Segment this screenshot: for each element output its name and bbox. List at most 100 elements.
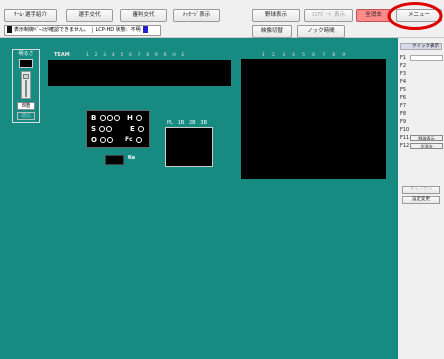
f2-key[interactable]: F2 — [400, 62, 442, 70]
f6-label: F6 — [400, 95, 407, 101]
scoreboard-display-button[interactable]: ｽｺｱﾎﾞｰﾄﾞ表示 — [304, 9, 353, 22]
lcp-indicator-icon — [142, 26, 148, 33]
out-dot-icon — [100, 137, 107, 143]
ball-label: B — [91, 114, 97, 122]
ball-dot-icon — [113, 115, 120, 121]
hit-label: H — [127, 114, 133, 122]
umpire-change-button[interactable]: 審判交代 — [120, 9, 167, 22]
f1-label: F1 — [400, 55, 407, 61]
f11-key[interactable]: F11 野球表示 — [400, 134, 443, 142]
field-headers: PL 1B 2B 3B — [167, 120, 207, 126]
count-panel: B S O H E Fc — [86, 110, 150, 148]
fc-label: Fc — [125, 136, 133, 143]
fielder-display-button[interactable]: 野球表示 — [252, 9, 300, 22]
right-inning-2: 2 — [272, 53, 275, 58]
team-player-intro-button[interactable]: ﾁｰﾑ･選手紹介 — [4, 9, 57, 22]
f6-key[interactable]: F6 — [400, 94, 442, 102]
team-score-panel — [48, 60, 231, 86]
f2-label: F2 — [400, 63, 407, 69]
error-dot-icon — [138, 126, 145, 132]
ball-dot-icon — [99, 115, 106, 121]
f11-label: F11 — [400, 135, 410, 141]
cancel-button[interactable]: キャンセル — [402, 186, 440, 194]
f9-label: F9 — [400, 119, 407, 125]
brightness-slider-handle[interactable] — [23, 74, 29, 79]
menu-highlight-circle-icon — [387, 2, 443, 30]
knock-time-button[interactable]: ノック時間 — [297, 25, 345, 38]
scoreboard-preview: 明るさ 8階 適応 TEAM 1 2 3 4 5 6 7 8 9 R H E 1… — [0, 38, 398, 359]
out-row: O — [91, 136, 114, 144]
ke-box — [105, 155, 124, 165]
status-indicator-icon — [7, 26, 12, 33]
f11-value[interactable]: 野球表示 — [410, 135, 443, 141]
field-panel — [165, 127, 213, 167]
clear-all-button[interactable]: 全消去 — [356, 9, 391, 22]
f10-label: F10 — [400, 127, 410, 133]
inning-6: 6 — [129, 53, 132, 58]
apply-button[interactable]: 適応 — [17, 112, 35, 120]
f12-label: F12 — [400, 143, 410, 149]
inning-h: H — [172, 53, 176, 58]
error-row: E — [130, 125, 145, 133]
settings-change-button[interactable]: 設定変更 — [402, 196, 440, 204]
first-base-label: 1B — [177, 120, 185, 126]
status-bar: 表示制御ﾍﾞｰｽが確認できません。 LCP-HD 状態：不明 — [4, 25, 161, 36]
f3-label: F3 — [400, 71, 407, 77]
hit-dot-icon — [136, 115, 143, 121]
video-switch-button[interactable]: 映像切替 — [252, 25, 292, 38]
inning-3: 3 — [103, 53, 107, 58]
strike-dot-icon — [106, 126, 113, 132]
fc-dot-icon — [135, 136, 142, 143]
f4-key[interactable]: F4 — [400, 78, 442, 86]
f1-key[interactable]: F1 — [400, 54, 443, 62]
slider-track — [25, 80, 27, 97]
brightness-title: 明るさ — [18, 51, 34, 57]
f8-key[interactable]: F8 — [400, 110, 442, 118]
brightness-panel: 明るさ 8階 適応 — [12, 49, 40, 123]
f9-key[interactable]: F9 — [400, 118, 442, 126]
right-inning-1: 1 — [262, 53, 265, 58]
f1-value[interactable] — [410, 55, 443, 61]
strike-dot-icon — [99, 126, 106, 132]
f10-key[interactable]: F10 — [400, 126, 442, 134]
ke-label: Ke — [128, 155, 136, 161]
inning-headers: 1 2 3 4 5 6 7 8 9 R H E — [86, 53, 184, 58]
f12-value[interactable]: 全消去 — [410, 143, 443, 149]
inning-9: 9 — [154, 53, 158, 58]
right-inning-8: 8 — [332, 53, 336, 58]
player-change-button[interactable]: 選手交代 — [66, 9, 113, 22]
status-message: 表示制御ﾍﾞｰｽが確認できません。 — [14, 27, 89, 33]
inning-2: 2 — [94, 53, 98, 58]
hit-row: H — [127, 114, 143, 122]
right-inning-6: 6 — [312, 53, 316, 58]
third-base-label: 3B — [200, 120, 208, 126]
f7-key[interactable]: F7 — [400, 102, 442, 110]
lcp-label: LCP-HD 状態： — [92, 27, 131, 33]
f5-key[interactable]: F5 — [400, 86, 442, 94]
inning-7: 7 — [137, 53, 141, 58]
f7-label: F7 — [400, 103, 407, 109]
inning-5: 5 — [120, 53, 124, 58]
lcp-value: 不明 — [130, 27, 141, 33]
right-inning-4: 4 — [292, 53, 295, 58]
out-label: O — [91, 136, 97, 144]
toolbar: ﾁｰﾑ･選手紹介 選手交代 審判交代 ﾒｯｾｰｼﾞ表示 野球表示 ｽｺｱﾎﾞｰﾄ… — [0, 0, 444, 38]
inning-e: E — [181, 53, 185, 58]
quick-display-panel: クイック表示 F1 F2 F3 F4 F5 F6 F7 F8 F9 F10 F1… — [398, 38, 444, 359]
inning-1: 1 — [86, 53, 89, 58]
f3-key[interactable]: F3 — [400, 70, 442, 78]
ball-dot-icon — [106, 115, 113, 121]
fc-row: Fc — [125, 136, 142, 144]
inning-r: R — [163, 53, 167, 58]
f5-label: F5 — [400, 87, 407, 93]
right-inning-5: 5 — [302, 53, 305, 58]
brightness-slider[interactable] — [21, 71, 31, 99]
right-inning-3: 3 — [282, 53, 285, 58]
f12-key[interactable]: F12 全消去 — [400, 142, 443, 150]
right-inning-7: 7 — [322, 53, 326, 58]
message-display-button[interactable]: ﾒｯｾｰｼﾞ表示 — [173, 9, 220, 22]
ball-row: B — [91, 114, 120, 122]
f4-label: F4 — [400, 79, 407, 85]
f8-label: F8 — [400, 111, 407, 117]
lineup-panel — [241, 59, 386, 179]
